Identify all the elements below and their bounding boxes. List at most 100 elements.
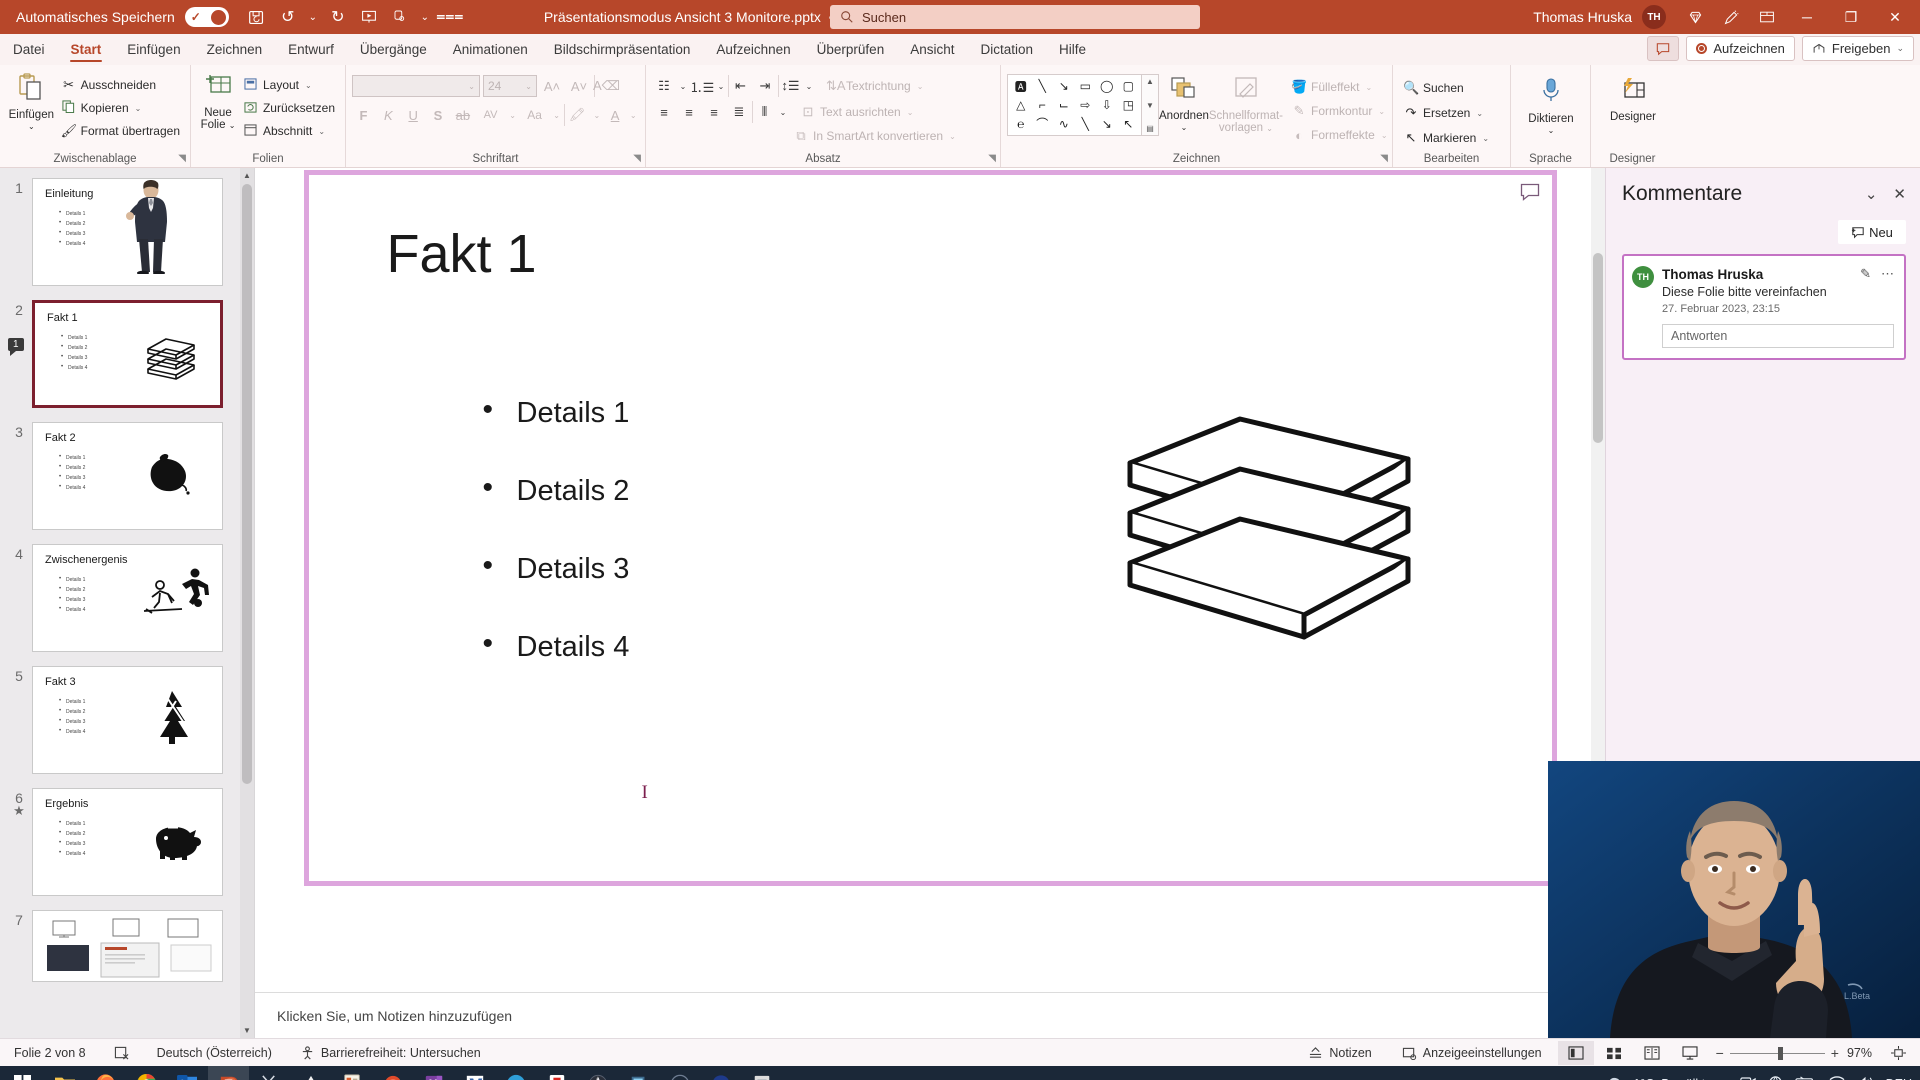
- shape-outline-button[interactable]: ✎ Formkontur ⌄: [1287, 100, 1392, 122]
- app-icon-2[interactable]: [372, 1066, 413, 1080]
- thumbnail-slide-2[interactable]: Fakt 1 Details 1 Details 2 Details 3 Det…: [32, 300, 223, 408]
- new-slide-button[interactable]: Neue Folie ⌄: [197, 71, 239, 132]
- select-button[interactable]: ↖ Markieren ⌄: [1399, 127, 1504, 149]
- arrange-button[interactable]: Anordnen ⌄: [1159, 74, 1209, 132]
- restore-button[interactable]: ❐: [1830, 0, 1872, 34]
- tab-einfuegen[interactable]: Einfügen: [114, 34, 193, 65]
- slide-bullet[interactable]: Details 1: [477, 393, 629, 430]
- thumbnail-item[interactable]: 1 Einleitung Details 1 Details 2 Details…: [0, 178, 254, 286]
- redo-icon[interactable]: ↻: [324, 4, 352, 30]
- thumbnail-comment-badge[interactable]: 1: [8, 338, 24, 356]
- tab-ueberpruefen[interactable]: Überprüfen: [804, 34, 898, 65]
- app-icon-4[interactable]: [659, 1066, 700, 1080]
- comment-reply-input[interactable]: Antworten: [1662, 324, 1894, 348]
- section-button[interactable]: Abschnitt ⌄: [239, 120, 339, 142]
- tab-start[interactable]: Start: [58, 34, 115, 65]
- accessibility-button[interactable]: Barrierefreiheit: Untersuchen: [286, 1046, 495, 1060]
- minimize-button[interactable]: ─: [1786, 0, 1828, 34]
- collapse-chevron-down-icon[interactable]: ⌄: [1865, 185, 1878, 203]
- align-text-button[interactable]: ⊡ Text ausrichten ⌄: [796, 101, 917, 123]
- display-settings-button[interactable]: Anzeigeeinstellungen: [1388, 1046, 1556, 1060]
- font-size-input[interactable]: 24 ⌄: [483, 75, 537, 97]
- text-direction-button[interactable]: ⇅A Textrichtung ⌄: [822, 75, 927, 97]
- zoom-knob[interactable]: [1777, 1046, 1783, 1060]
- quick-styles-chevron-down-icon[interactable]: ⌄: [1266, 124, 1273, 133]
- language-indicator[interactable]: Deutsch (Österreich): [143, 1046, 286, 1060]
- font-color-chevron-down-icon[interactable]: ⌄: [628, 104, 639, 126]
- section-chevron-down-icon[interactable]: ⌄: [318, 127, 325, 136]
- underline-button[interactable]: U: [402, 104, 425, 126]
- tab-aufzeichnen[interactable]: Aufzeichnen: [703, 34, 803, 65]
- presenter-video-overlay[interactable]: L.Beta: [1548, 761, 1920, 1038]
- view-slideshow-button[interactable]: [1672, 1041, 1708, 1065]
- shapes-gallery-scrollbar[interactable]: ▲ ▼ ▤: [1142, 74, 1159, 136]
- firefox-icon[interactable]: [85, 1066, 126, 1080]
- blue-icon[interactable]: Blue: [700, 1066, 741, 1080]
- clipboard-dialog-launcher[interactable]: ◥: [178, 153, 186, 164]
- shape-curve-icon[interactable]: ⌒: [1032, 114, 1054, 133]
- align-center-button[interactable]: ≡: [677, 101, 701, 123]
- search-tool-icon[interactable]: [618, 1066, 659, 1080]
- shape-rounded-rect-icon[interactable]: ▢: [1118, 77, 1140, 96]
- bullet-list-button[interactable]: ☷: [652, 75, 676, 97]
- paragraph-dialog-launcher[interactable]: ◥: [988, 153, 996, 164]
- vlc-icon[interactable]: [290, 1066, 331, 1080]
- close-comments-icon[interactable]: ✕: [1893, 185, 1906, 203]
- scroll-up-icon[interactable]: ▲: [240, 168, 254, 183]
- thumbnail-item[interactable]: 4 Zwischenergenis Details 1 Details 2 De…: [0, 544, 254, 652]
- shape-rectangle-icon[interactable]: ▭: [1075, 77, 1097, 96]
- strikethrough-button[interactable]: ab: [451, 104, 474, 126]
- visio-icon[interactable]: [454, 1066, 495, 1080]
- arrange-chevron-down-icon[interactable]: ⌄: [1181, 123, 1188, 132]
- search-input[interactable]: Suchen: [862, 10, 906, 25]
- new-comment-button[interactable]: Neu: [1838, 220, 1906, 244]
- animation-star-icon[interactable]: ★: [6, 804, 32, 817]
- tab-hilfe[interactable]: Hilfe: [1046, 34, 1099, 65]
- spellcheck-button[interactable]: [100, 1046, 143, 1060]
- align-left-button[interactable]: ≡: [652, 101, 676, 123]
- bullet-chevron-down-icon[interactable]: ⌄: [677, 75, 689, 97]
- thumbnail-slide-5[interactable]: Fakt 3 Details 1 Details 2 Details 3 Det…: [32, 666, 223, 774]
- app-icon-3[interactable]: [577, 1066, 618, 1080]
- fit-to-window-button[interactable]: [1880, 1041, 1916, 1065]
- thumbnail-slide-4[interactable]: Zwischenergenis Details 1 Details 2 Deta…: [32, 544, 223, 652]
- designer-button[interactable]: Designer: [1597, 75, 1669, 123]
- volume-icon[interactable]: [1857, 1075, 1875, 1080]
- shape-flowchart-icon[interactable]: ◳: [1118, 96, 1140, 115]
- slide-title[interactable]: Fakt 1: [387, 223, 537, 285]
- quick-styles-button[interactable]: Schnellformat- vorlagen ⌄: [1209, 74, 1283, 135]
- decrease-font-size-button[interactable]: A˅: [567, 75, 591, 97]
- slide-comment-icon[interactable]: [1520, 183, 1540, 206]
- tab-bildschirmpraesentation[interactable]: Bildschirmpräsentation: [541, 34, 704, 65]
- thumbnail-slide-3[interactable]: Fakt 2 Details 1 Details 2 Details 3 Det…: [32, 422, 223, 530]
- shapes-grid[interactable]: 🅰 ╲ ↘ ▭ ◯ ▢ △ ⌐ ⌙ ⇨ ⇩ ◳ ℮ ⌒ ∿ ╲ ↘ ↖: [1007, 74, 1142, 136]
- chevron-up-icon[interactable]: ︿: [1716, 1074, 1729, 1080]
- tab-entwurf[interactable]: Entwurf: [275, 34, 347, 65]
- fill-chevron-down-icon[interactable]: ⌄: [1365, 83, 1372, 92]
- replace-button[interactable]: ↷ Ersetzen ⌄: [1399, 102, 1504, 124]
- thumbnail-item[interactable]: 7: [0, 910, 254, 982]
- ribbon-display-options-icon[interactable]: [1750, 0, 1784, 34]
- bold-button[interactable]: F: [352, 104, 375, 126]
- comments-toggle-button[interactable]: [1647, 36, 1680, 61]
- select-chevron-down-icon[interactable]: ⌄: [1482, 134, 1489, 143]
- line-spacing-button[interactable]: ↕☰: [778, 75, 802, 97]
- slide-bullet[interactable]: Details 4: [477, 627, 629, 664]
- increase-indent-button[interactable]: ⇥: [753, 75, 777, 97]
- new-slide-chevron-down-icon[interactable]: ⌄: [229, 121, 236, 130]
- dictate-chevron-down-icon[interactable]: ⌄: [1548, 126, 1555, 135]
- gallery-scroll-up-icon[interactable]: ▲: [1146, 77, 1154, 86]
- columns-button[interactable]: ⦀: [752, 101, 776, 123]
- shape-wave-icon[interactable]: ∿: [1053, 114, 1075, 133]
- shapes-gallery[interactable]: 🅰 ╲ ↘ ▭ ◯ ▢ △ ⌐ ⌙ ⇨ ⇩ ◳ ℮ ⌒ ∿ ╲ ↘ ↖ ▲ ▼ …: [1007, 74, 1159, 136]
- clear-formatting-button[interactable]: A⌫: [593, 75, 620, 97]
- view-slide-sorter-button[interactable]: [1596, 1041, 1632, 1065]
- view-reading-button[interactable]: [1634, 1041, 1670, 1065]
- numbered-list-button[interactable]: ⒈☰: [690, 75, 715, 97]
- change-case-chevron-down-icon[interactable]: ⌄: [551, 104, 562, 126]
- slide-bullet[interactable]: Details 3: [477, 549, 629, 586]
- shape-line2-icon[interactable]: ╲: [1075, 114, 1097, 133]
- slide-bullet[interactable]: Details 2: [477, 471, 629, 508]
- shape-scribble-icon[interactable]: ℮: [1010, 114, 1032, 133]
- current-slide[interactable]: Fakt 1 Details 1 Details 2 Details 3 Det…: [303, 170, 1557, 886]
